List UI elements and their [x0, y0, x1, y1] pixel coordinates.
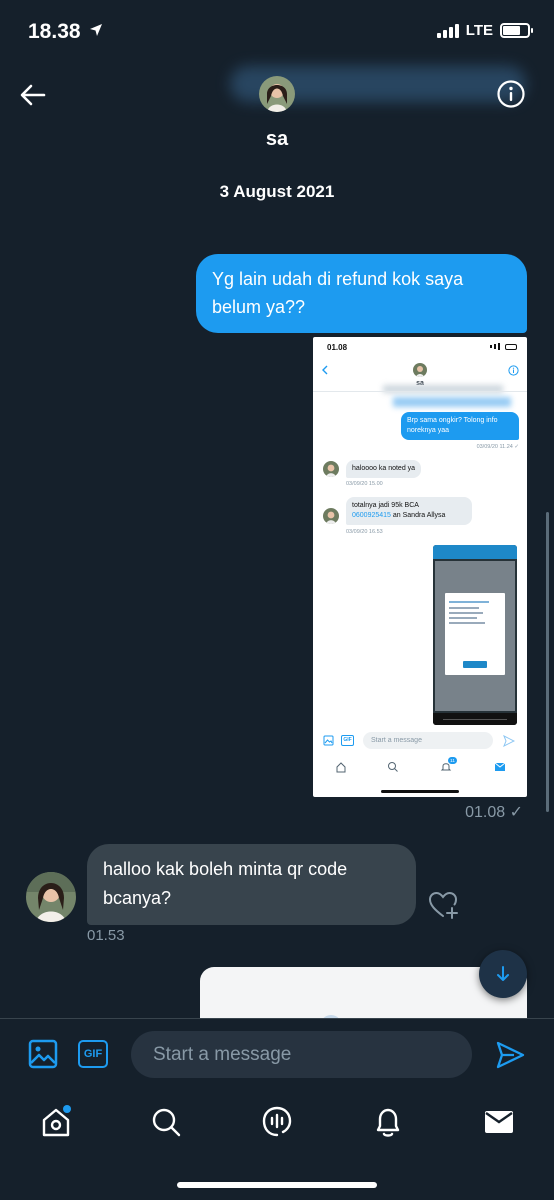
scroll-to-bottom-button[interactable] — [479, 950, 527, 998]
mail-icon — [485, 1111, 513, 1133]
new-content-dot — [63, 1105, 71, 1113]
attachment-transfer-screenshot — [433, 545, 517, 725]
attachment-incoming-avatar — [323, 508, 339, 524]
attachment-notification-badge: 11 — [448, 757, 457, 764]
attachment-incoming-avatar — [323, 461, 339, 477]
redacted-area — [393, 397, 511, 407]
tab-search[interactable] — [146, 1102, 186, 1142]
location-arrow-icon — [90, 24, 103, 36]
attachment-status-icons — [490, 343, 517, 350]
network-label: LTE — [465, 22, 493, 39]
arrow-down-icon — [497, 966, 509, 981]
media-button[interactable] — [28, 1039, 58, 1069]
back-button[interactable] — [18, 80, 48, 110]
attachment-info-icon — [508, 365, 519, 376]
attachment-outgoing-message: Brp sama ongkir? Tolong info noreknya ya… — [401, 412, 519, 440]
search-icon — [152, 1108, 181, 1137]
attachment-back-icon — [322, 365, 328, 375]
home-indicator — [177, 1182, 377, 1188]
status-bar: 18.38 LTE — [0, 0, 554, 66]
attachment-compose-bar: GIF Start a message — [313, 730, 527, 752]
attachment-timestamp: 03/09/20 15.00 — [346, 481, 383, 487]
image-icon — [28, 1039, 58, 1069]
arrow-left-icon — [20, 84, 46, 106]
outgoing-message-bubble[interactable]: Yg lain udah di refund kok saya belum ya… — [196, 254, 527, 333]
attachment-contact-avatar — [413, 363, 427, 377]
attachment-send-icon — [503, 735, 515, 747]
contact-name[interactable]: sa — [0, 128, 554, 151]
attachment-message-input: Start a message — [363, 732, 493, 749]
attachment-mail-icon — [494, 762, 506, 771]
tab-home[interactable] — [36, 1102, 76, 1142]
attachment-status-time: 01.08 — [327, 343, 348, 352]
add-reaction-button[interactable] — [428, 889, 460, 921]
attachment-timestamp: 03/09/20 16.53 — [346, 529, 383, 535]
info-icon — [497, 80, 525, 108]
signal-icon — [436, 23, 459, 38]
send-button[interactable] — [494, 1039, 526, 1071]
tab-spaces[interactable] — [257, 1102, 297, 1142]
attachment-media-icon — [323, 735, 334, 746]
attachment-incoming-message: haloooo ka noted ya — [346, 460, 422, 478]
heart-plus-icon — [428, 891, 458, 919]
attachment-timestamp: 01.08 ✓ — [465, 804, 523, 821]
status-time: 18.38 — [28, 20, 103, 44]
bottom-tab-bar — [0, 1088, 554, 1168]
attachment-home-icon — [336, 762, 346, 773]
conversation-header: sa — [0, 66, 554, 166]
image-attachment[interactable]: 01.08 sa Brp sama ongkir? Tolong info no… — [313, 337, 527, 797]
spaces-icon — [262, 1106, 292, 1137]
compose-bar: GIF — [0, 1018, 554, 1088]
tab-messages[interactable] — [479, 1102, 519, 1142]
scrollbar[interactable] — [546, 512, 549, 812]
battery-icon — [500, 23, 533, 38]
sender-avatar[interactable] — [26, 872, 76, 922]
attachment-timestamp: 03/09/20 11.24 ✓ — [476, 444, 519, 450]
tab-notifications[interactable] — [368, 1102, 408, 1142]
gif-button[interactable]: GIF — [78, 1040, 108, 1068]
attachment-tab-bar: 11 — [313, 757, 527, 781]
send-icon — [496, 1041, 525, 1069]
attachment-search-icon — [388, 762, 398, 772]
attachment-incoming-message: totalnya jadi 95k BCA 0600925415 an Sandr… — [346, 497, 472, 525]
contact-avatar[interactable] — [259, 76, 295, 112]
incoming-message-bubble[interactable]: halloo kak boleh minta qr code bcanya? — [87, 844, 416, 925]
status-indicators: LTE — [436, 22, 533, 39]
bell-icon — [376, 1108, 400, 1137]
message-input[interactable] — [131, 1031, 472, 1078]
attachment-gif-icon: GIF — [341, 735, 354, 746]
info-button[interactable] — [496, 79, 526, 109]
incoming-message-time: 01.53 — [87, 927, 125, 944]
date-separator: 3 August 2021 — [219, 182, 335, 201]
